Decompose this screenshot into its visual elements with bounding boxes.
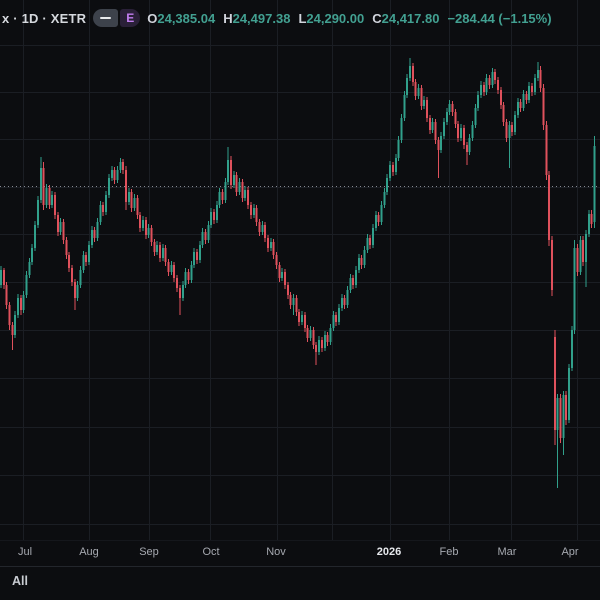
time-axis[interactable]: Jul Aug Sep Oct Nov 2026 Feb Mar Apr bbox=[0, 540, 600, 567]
time-axis-label: Mar bbox=[497, 546, 517, 558]
chart-legend: x · 1D · XETR E O 24,385.04 H 24,497.38 … bbox=[2, 9, 552, 27]
symbol-title[interactable]: x · 1D · XETR bbox=[2, 11, 86, 26]
hide-indicator-button[interactable] bbox=[93, 9, 119, 27]
ohlc-readout: O 24,385.04 H 24,497.38 L 24,290.00 C 24… bbox=[147, 11, 551, 26]
minus-icon bbox=[100, 16, 112, 20]
close-readout: C 24,417.80 bbox=[372, 10, 440, 26]
extended-hours-badge[interactable]: E bbox=[120, 9, 141, 27]
trading-chart-app: x · 1D · XETR E O 24,385.04 H 24,497.38 … bbox=[0, 0, 600, 600]
time-axis-label: Feb bbox=[439, 546, 459, 558]
time-axis-label: Nov bbox=[266, 546, 286, 558]
time-axis-label: Jul bbox=[17, 546, 33, 558]
time-axis-label: 2026 bbox=[376, 546, 402, 558]
change-readout: −284.44 (−1.15%) bbox=[447, 10, 552, 26]
open-readout: O 24,385.04 bbox=[147, 10, 216, 26]
high-readout: H 24,497.38 bbox=[223, 10, 291, 26]
candlestick-chart[interactable] bbox=[0, 0, 600, 540]
time-axis-label: Aug bbox=[79, 546, 99, 558]
range-all-button[interactable]: All bbox=[12, 574, 28, 588]
time-axis-label: Apr bbox=[561, 546, 579, 558]
low-readout: L 24,290.00 bbox=[298, 10, 365, 26]
time-axis-label: Sep bbox=[139, 546, 159, 558]
legend-controls: E bbox=[93, 9, 141, 27]
time-axis-label: Oct bbox=[202, 546, 220, 558]
bottom-toolbar: All bbox=[0, 566, 600, 600]
